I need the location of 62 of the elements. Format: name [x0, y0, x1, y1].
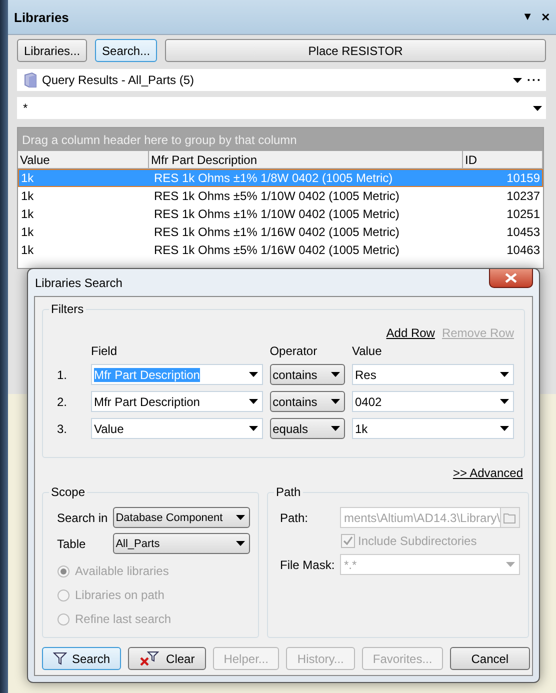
criteria-dropdown[interactable]: 0402 — [352, 391, 514, 412]
panel-button[interactable]: Place RESISTOR — [165, 39, 546, 62]
close-button[interactable]: ✕ — [541, 10, 550, 24]
book-icon — [23, 72, 37, 88]
caret-icon — [248, 399, 258, 404]
caret-icon — [330, 372, 340, 377]
caret-icon — [236, 541, 245, 546]
close-button[interactable] — [489, 269, 533, 288]
group-title: Filters — [49, 302, 86, 316]
column-label: Value — [352, 344, 383, 358]
caret-icon — [506, 562, 516, 567]
caret-icon — [330, 399, 340, 404]
close-icon — [505, 273, 517, 283]
row-number: 1. — [56, 368, 68, 382]
operator-dropdown[interactable]: contains — [270, 364, 345, 385]
criteria-dropdown[interactable]: Res — [352, 364, 514, 385]
panel-menu-button[interactable]: ▼ — [522, 11, 533, 23]
field-label: Table — [57, 536, 87, 550]
table-row[interactable]: 1k RES 1k Ohms ±5% 1/16W 0402 (1005 Metric) 10463 — [18, 241, 543, 259]
clear-filter-icon — [139, 650, 162, 666]
column-label: Field — [91, 344, 118, 358]
row-number: 3. — [56, 422, 68, 436]
table-row[interactable]: 1k RES 1k Ohms ±1% 1/16W 0402 (1005 Metric) 10453 — [18, 223, 543, 241]
search-in-dropdown[interactable]: Database Component — [112, 507, 250, 528]
panel-button[interactable]: Libraries... — [17, 39, 88, 62]
caret-icon — [248, 426, 258, 431]
funnel-icon — [53, 652, 67, 665]
caret-icon — [533, 106, 542, 110]
panel-button[interactable]: Search... — [95, 39, 158, 62]
table-row[interactable]: 1k RES 1k Ohms ±1% 1/10W 0402 (1005 Metric) 10251 — [18, 205, 543, 223]
criteria-dropdown[interactable]: 1k — [352, 418, 514, 439]
advanced-link[interactable]: >> Advanced — [452, 466, 523, 480]
caret-icon — [248, 372, 258, 377]
library-dropdown[interactable]: Query Results - All_Parts (5) ··· — [17, 69, 546, 91]
caret-icon — [500, 372, 509, 377]
caret-icon — [500, 426, 509, 431]
field-label: File Mask: — [279, 558, 336, 572]
field-label: Path: — [279, 510, 310, 524]
panel-title: Libraries — [14, 10, 70, 24]
cancel-button[interactable]: Cancel — [450, 647, 530, 670]
column-label: Operator — [270, 344, 318, 358]
add-row-link[interactable]: Add Row — [386, 326, 435, 340]
caret-icon — [330, 426, 340, 431]
table-row[interactable]: 1k RES 1k Ohms ±5% 1/10W 0402 (1005 Metric) 10237 — [18, 187, 543, 205]
group-title: Path — [274, 485, 303, 499]
filter-dropdown[interactable]: * — [17, 97, 546, 119]
field-dropdown[interactable]: Mfr Part Description — [90, 391, 263, 412]
folder-icon — [503, 512, 518, 524]
table-dropdown[interactable]: All_Parts — [112, 533, 250, 554]
operator-dropdown[interactable]: equals — [270, 418, 345, 439]
dialog-title: Libraries Search — [34, 276, 122, 290]
search-button[interactable]: Search — [42, 647, 122, 670]
field-dropdown[interactable]: Value — [90, 418, 263, 439]
field-label: Search in — [57, 510, 109, 524]
group-hint: Drag a column header here to group by that column — [18, 128, 543, 151]
caret-icon — [500, 399, 509, 404]
clear-button[interactable]: Clear — [128, 647, 206, 670]
caret-icon — [513, 78, 522, 82]
group-title: Scope — [49, 485, 88, 499]
operator-dropdown[interactable]: contains — [270, 391, 345, 412]
caret-icon — [236, 515, 245, 520]
row-number: 2. — [56, 394, 68, 408]
